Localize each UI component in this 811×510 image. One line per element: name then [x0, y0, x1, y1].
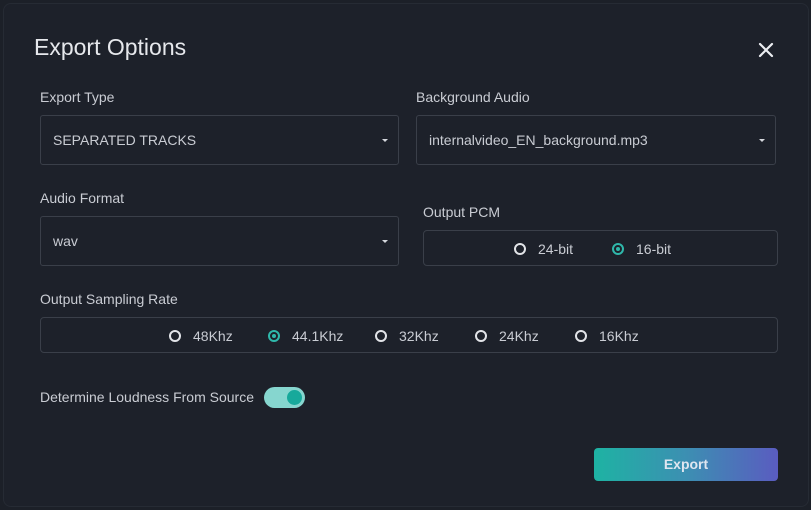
radio-label: 48Khz [193, 328, 233, 344]
radio-label: 44.1Khz [292, 328, 344, 344]
radio-button-checked-icon [612, 243, 624, 255]
radio-rate-32khz[interactable]: 32Khz [375, 327, 439, 345]
radio-button-icon [169, 330, 181, 342]
radio-label: 16-bit [636, 241, 672, 257]
caret-down-icon [382, 139, 388, 142]
loudness-label: Determine Loudness From Source [40, 389, 254, 405]
sampling-rate-label: Output Sampling Rate [40, 291, 178, 307]
export-type-value: SEPARATED TRACKS [53, 132, 197, 148]
radio-button-checked-icon [268, 330, 280, 342]
loudness-toggle[interactable] [264, 387, 305, 408]
dialog-title: Export Options [34, 34, 187, 60]
radio-label: 16Khz [599, 328, 639, 344]
radio-label: 24Khz [499, 328, 539, 344]
radio-button-icon [475, 330, 487, 342]
background-audio-select[interactable]: internalvideo_EN_background.mp3 [416, 115, 776, 165]
radio-button-icon [575, 330, 587, 342]
background-audio-label: Background Audio [416, 89, 530, 105]
audio-format-select[interactable]: wav [40, 216, 399, 266]
radio-label: 32Khz [399, 328, 439, 344]
export-type-label: Export Type [40, 89, 115, 105]
close-icon [758, 42, 774, 58]
export-button[interactable]: Export [594, 448, 778, 481]
radio-rate-44-1khz[interactable]: 44.1Khz [268, 327, 343, 345]
caret-down-icon [759, 139, 765, 142]
radio-rate-48khz[interactable]: 48Khz [169, 327, 233, 345]
radio-rate-16khz[interactable]: 16Khz [575, 327, 639, 345]
radio-button-icon [375, 330, 387, 342]
sampling-rate-group: 48Khz 44.1Khz 32Khz 24Khz 16Khz [40, 317, 778, 353]
radio-rate-24khz[interactable]: 24Khz [475, 327, 539, 345]
output-pcm-group: 24-bit 16-bit [423, 230, 778, 266]
export-type-select[interactable]: SEPARATED TRACKS [40, 115, 399, 165]
toggle-knob [287, 390, 302, 405]
output-pcm-label: Output PCM [423, 204, 501, 220]
close-button[interactable] [754, 38, 778, 62]
radio-pcm-16bit[interactable]: 16-bit [612, 240, 671, 258]
caret-down-icon [382, 240, 388, 243]
radio-button-icon [514, 243, 526, 255]
export-options-dialog: Export Options Export Type SEPARATED TRA… [3, 3, 809, 507]
radio-pcm-24bit[interactable]: 24-bit [514, 240, 573, 258]
background-audio-value: internalvideo_EN_background.mp3 [429, 132, 648, 148]
audio-format-label: Audio Format [40, 190, 125, 206]
audio-format-value: wav [53, 233, 78, 249]
radio-label: 24-bit [538, 241, 574, 257]
